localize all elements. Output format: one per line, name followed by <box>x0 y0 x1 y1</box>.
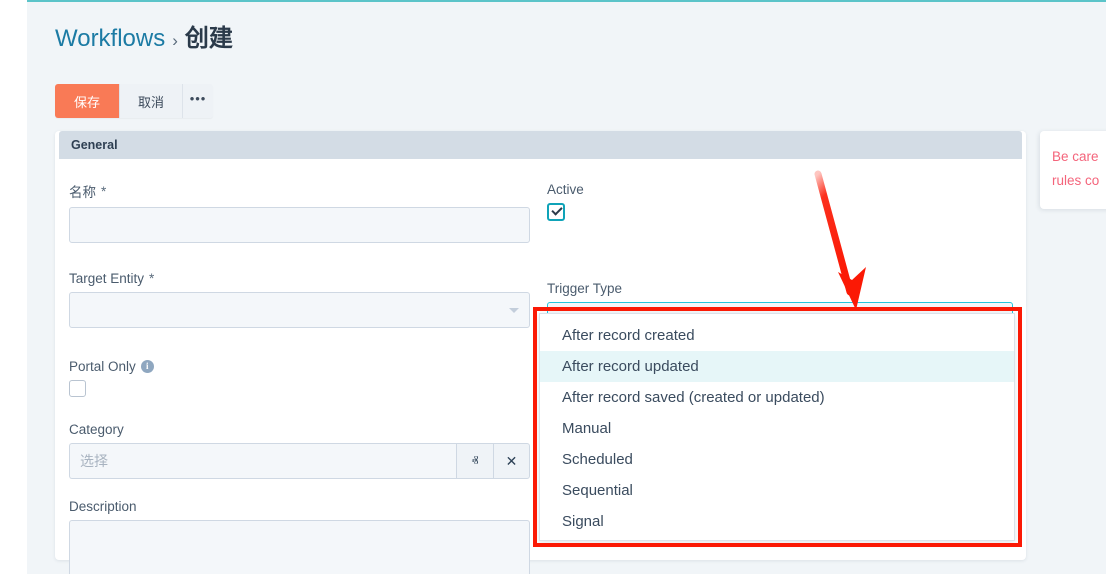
field-description: Description <box>69 499 530 574</box>
chevron-down-icon <box>509 308 519 313</box>
field-description-label-text: Description <box>69 499 137 514</box>
more-actions-button[interactable]: ••• <box>182 84 214 118</box>
field-name-label: 名称 * <box>69 181 530 201</box>
dropdown-option[interactable]: Signal <box>540 506 1014 537</box>
field-name: 名称 * <box>69 181 530 243</box>
portal-only-checkbox[interactable] <box>69 380 86 397</box>
field-active: Active <box>547 182 584 221</box>
dropdown-option[interactable]: Sequential <box>540 475 1014 506</box>
info-icon[interactable]: i <box>140 360 154 373</box>
breadcrumb-link-workflows[interactable]: Workflows <box>55 25 165 53</box>
panel-header: General <box>59 131 1022 159</box>
warning-toast-line-2: rules co <box>1052 173 1100 188</box>
dropdown-option[interactable]: After record updated <box>540 351 1014 382</box>
category-combo: 选择 ⱏ ✕ <box>69 443 530 479</box>
active-checkbox[interactable] <box>547 203 565 221</box>
field-target-entity-required-mark: * <box>149 271 155 286</box>
field-target-entity: Target Entity * <box>69 271 530 328</box>
field-description-label: Description <box>69 499 530 514</box>
field-name-required-mark: * <box>101 183 107 199</box>
dropdown-option[interactable]: Scheduled <box>540 444 1014 475</box>
cancel-button[interactable]: 取消 <box>119 84 183 118</box>
category-collapse-button[interactable]: ⱏ <box>456 443 493 479</box>
category-clear-button[interactable]: ✕ <box>493 443 530 479</box>
field-category-label-text: Category <box>69 422 124 437</box>
field-portal-only: Portal Only i <box>69 359 154 397</box>
save-button[interactable]: 保存 <box>55 84 120 118</box>
target-entity-select[interactable] <box>69 292 530 328</box>
field-portal-only-label-text: Portal Only <box>69 359 136 374</box>
breadcrumb-separator-icon: › <box>172 31 178 50</box>
field-category-label: Category <box>69 422 530 437</box>
field-trigger-type-label: Trigger Type <box>547 281 1013 296</box>
dropdown-option[interactable]: Manual <box>540 413 1014 444</box>
app-screen: Workflows › 创建 保存 取消 ••• General 名称 * Ta… <box>0 0 1106 574</box>
panel-header-title: General <box>71 138 118 152</box>
name-input[interactable] <box>69 207 530 243</box>
field-target-entity-label: Target Entity * <box>69 271 530 286</box>
description-textarea[interactable] <box>69 520 530 574</box>
trigger-type-dropdown: After record created After record update… <box>539 313 1015 541</box>
breadcrumb: Workflows › 创建 <box>55 18 233 53</box>
field-target-entity-label-text: Target Entity <box>69 271 145 286</box>
category-input[interactable]: 选择 <box>69 443 456 479</box>
dropdown-option[interactable]: After record created <box>540 320 1014 351</box>
field-portal-only-label: Portal Only i <box>69 359 154 374</box>
warning-toast: Be care rules co <box>1040 131 1106 209</box>
field-trigger-type-label-text: Trigger Type <box>547 281 623 296</box>
toolbar: 保存 取消 ••• <box>55 84 214 118</box>
warning-toast-line-1: Be care <box>1052 149 1099 164</box>
dropdown-option[interactable]: After record saved (created or updated) <box>540 382 1014 413</box>
page-title: 创建 <box>184 25 233 52</box>
field-category: Category 选择 ⱏ ✕ <box>69 422 530 479</box>
field-active-label-text: Active <box>547 182 584 197</box>
field-active-label: Active <box>547 182 584 197</box>
field-name-label-text: 名称 <box>69 185 96 200</box>
